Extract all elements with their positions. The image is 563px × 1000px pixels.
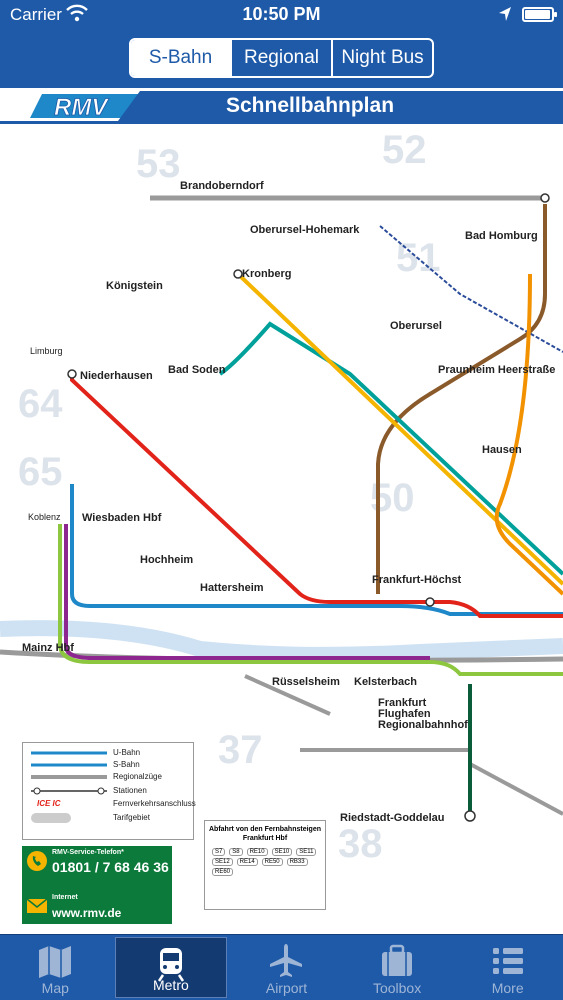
legend-ubahn: U-Bahn	[113, 748, 141, 757]
list-icon	[492, 948, 523, 974]
station-label[interactable]: Kronberg	[242, 268, 292, 280]
internet-label: Internet	[52, 894, 78, 901]
tab-toolbox-label: Toolbox	[372, 980, 422, 996]
tab-airport-label: Airport	[265, 980, 308, 996]
station-label[interactable]: Praunheim Heerstraße	[438, 364, 555, 376]
station-label[interactable]: Bad Homburg	[465, 230, 538, 242]
line-chip: RE10	[246, 848, 268, 856]
phone-icon	[27, 851, 47, 871]
direction-label: Koblenz	[28, 512, 61, 522]
station-label[interactable]: Bad Soden	[168, 364, 225, 376]
map-legend: U-Bahn S-Bahn Regionalzüge Stationen ICE…	[22, 742, 196, 840]
legend-tarif: Tarifgebiet	[113, 813, 150, 822]
rmv-url[interactable]: www.rmv.de	[52, 906, 121, 920]
location-arrow-icon	[499, 7, 511, 21]
line-chip: SE11	[296, 848, 317, 856]
departure-header: Abfahrt von den Fernbahnsteigen Frankfur…	[208, 826, 321, 842]
tab-metro[interactable]: Metro	[114, 937, 228, 998]
service-phone[interactable]: 01801 / 7 68 46 36	[52, 859, 169, 875]
legend-fern-icon: ICE IC	[37, 799, 61, 808]
map-title: Schnellbahnplan	[226, 94, 395, 117]
legend-fern: Fernverkehrsanschluss	[113, 799, 196, 808]
schnellbahn-map[interactable]: 53 52 51 64 65 50 37 38 Brandoberndorf O…	[0, 124, 563, 934]
station-label[interactable]: Kelsterbach	[354, 676, 417, 688]
station-label[interactable]: Oberursel	[390, 320, 442, 332]
logo-text: RMV	[54, 94, 109, 120]
legend-sbahn: S-Bahn	[113, 760, 140, 769]
rmv-service-box[interactable]: RMV-Service-Telefon* 01801 / 7 68 46 36 …	[22, 846, 172, 924]
mail-icon	[26, 898, 48, 913]
station-label[interactable]: Rüsselsheim	[272, 676, 340, 688]
transit-mode-segmented-control[interactable]: S-Bahn Regional Night Bus	[129, 38, 434, 78]
map-banner: RMV Schnellbahnplan	[0, 88, 563, 124]
line-chip: SE12	[212, 858, 233, 866]
station-label[interactable]: Hausen	[482, 444, 522, 456]
station-label[interactable]: Mainz Hbf	[22, 642, 74, 654]
tab-map-label: Map	[41, 980, 69, 996]
direction-label: Limburg	[30, 346, 63, 356]
line-chip: RB33	[286, 858, 308, 866]
station-label[interactable]: Wiesbaden Hbf	[82, 512, 161, 524]
segment-night-bus[interactable]: Night Bus	[331, 40, 432, 76]
segment-regional[interactable]: Regional	[230, 40, 331, 76]
tab-toolbox[interactable]: Toolbox	[342, 935, 453, 1000]
map-icon	[39, 946, 72, 978]
station-label[interactable]: Königstein	[106, 280, 163, 292]
airplane-icon	[270, 944, 303, 977]
clock: 10:50 PM	[242, 4, 321, 24]
segment-s-bahn[interactable]: S-Bahn	[131, 40, 230, 76]
tab-airport[interactable]: Airport	[231, 935, 342, 1000]
departure-codes: S7 S8 RE10 SE10 SE11 SE12 RE14 RE50 RB33…	[205, 843, 325, 881]
legend-regional: Regionalzüge	[113, 772, 162, 781]
station-label[interactable]: Riedstadt-Goddelau	[340, 812, 445, 824]
tab-more[interactable]: More	[452, 935, 563, 1000]
departure-info-box: Abfahrt von den Fernbahnsteigen Frankfur…	[204, 820, 326, 910]
station-label[interactable]: Brandoberndorf	[180, 180, 264, 192]
tab-more-label: More	[491, 980, 524, 996]
line-chip: S8	[229, 848, 243, 856]
tab-bar: Map Metro Airport Toolbox More	[0, 934, 563, 1000]
station-label[interactable]: Niederhausen	[80, 370, 153, 382]
station-label[interactable]: Hochheim	[140, 554, 193, 566]
station-label[interactable]: Hattersheim	[200, 582, 264, 594]
legend-stations: Stationen	[113, 786, 147, 795]
legend-swatches	[31, 751, 107, 823]
station-label[interactable]: Frankfurt Flughafen Regionalbahnhof	[378, 698, 468, 731]
line-chip: RE60	[212, 868, 234, 876]
line-chip: SE10	[271, 848, 293, 856]
line-chip: S7	[212, 848, 226, 856]
top-bar: Carrier 10:50 PM S-Bahn Regional Night B…	[0, 0, 563, 88]
tab-map[interactable]: Map	[0, 935, 111, 1000]
line-chip: RE14	[236, 858, 258, 866]
line-chip: RE50	[261, 858, 283, 866]
battery-fill	[525, 10, 550, 19]
tab-metro-label: Metro	[152, 977, 189, 993]
service-label: RMV-Service-Telefon*	[52, 849, 124, 856]
toolbox-icon	[382, 944, 413, 976]
station-label[interactable]: Oberursel-Hohemark	[250, 224, 359, 236]
station-label[interactable]: Frankfurt-Höchst	[372, 574, 461, 586]
battery-icon	[522, 7, 557, 22]
status-bar: Carrier 10:50 PM	[0, 0, 563, 30]
